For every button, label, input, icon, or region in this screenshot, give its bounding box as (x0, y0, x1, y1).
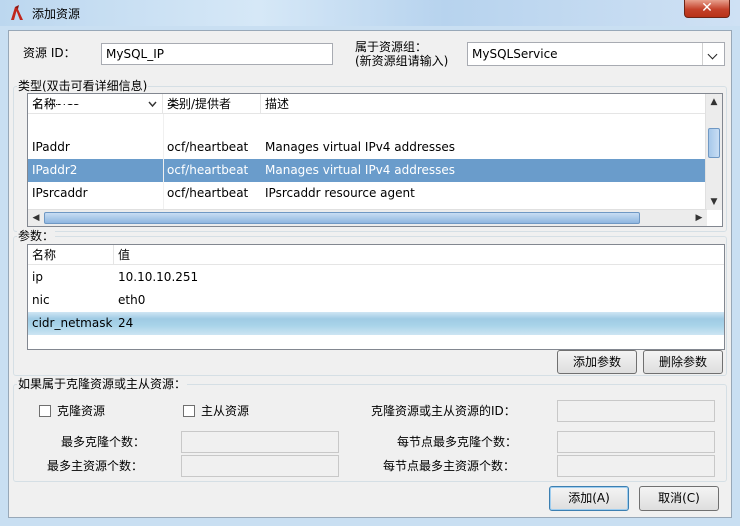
params-table: 名称 值 ip 10.10.10.251 nic eth0 cidr_netma… (27, 244, 725, 350)
app-icon (11, 5, 23, 20)
scroll-thumb[interactable] (44, 212, 640, 224)
params-table-header: 名称 值 (28, 245, 724, 265)
column-header-param-value[interactable]: 值 (114, 245, 724, 265)
node-max-clone-label: 每节点最多克隆个数： (397, 435, 518, 449)
add-button[interactable]: 添加(A) (549, 486, 629, 511)
type-group-title: 类型(双击可看详细信息) (17, 79, 149, 93)
resource-id-label: 资源 ID： (23, 46, 76, 60)
table-row[interactable]: nic eth0 (28, 289, 724, 312)
column-header-param-name[interactable]: 名称 (28, 245, 114, 265)
scroll-left-icon[interactable]: ◀ (28, 210, 44, 226)
resource-group-hint: (新资源组请输入) (355, 54, 449, 68)
scroll-up-icon[interactable]: ▲ (706, 94, 722, 110)
node-max-master-input[interactable] (557, 455, 715, 477)
max-clone-label: 最多克隆个数： (61, 435, 146, 449)
vertical-scrollbar[interactable]: ▲ ▼ (705, 94, 722, 210)
window-title: 添加资源 (32, 7, 81, 21)
horizontal-scrollbar[interactable]: ◀ ▶ (28, 209, 707, 226)
resource-group-label: 属于资源组： (355, 40, 428, 54)
title-bar: 添加资源 ✕ (0, 0, 740, 26)
delete-param-button[interactable]: 删除参数 (643, 350, 723, 374)
table-row-selected[interactable]: IPaddr2 ocf/heartbeat Manages virtual IP… (28, 159, 707, 182)
master-checkbox-label: 主从资源 (201, 404, 250, 418)
close-button[interactable]: ✕ (684, 0, 730, 18)
clone-group-title: 如果属于克隆资源或主从资源： (17, 377, 188, 391)
resource-group-combo[interactable]: MySQLService (467, 42, 725, 66)
chevron-down-icon[interactable] (702, 43, 724, 65)
add-param-button[interactable]: 添加参数 (557, 350, 637, 374)
master-checkbox[interactable] (183, 405, 195, 417)
params-group-title: 参数： (17, 229, 56, 243)
resource-group-value: MySQLService (472, 47, 558, 61)
close-icon: ✕ (701, 0, 713, 16)
max-clone-input[interactable] (181, 431, 339, 453)
scroll-thumb[interactable] (708, 128, 720, 158)
scroll-down-icon[interactable]: ▼ (706, 194, 722, 210)
table-row-selected[interactable]: cidr_netmask 24 (28, 312, 724, 335)
table-row[interactable]: IPsrcaddr ocf/heartbeat IPsrcaddr resour… (28, 182, 707, 205)
table-row[interactable]: iptables lsb (28, 104, 707, 114)
table-row[interactable]: ip 10.10.10.251 (28, 266, 724, 289)
type-table: 名称 类别/提供者 描述 iptables lsb IPaddr ocf/hea… (27, 93, 723, 227)
clone-id-input[interactable] (557, 400, 715, 422)
column-divider (163, 114, 164, 210)
resource-id-input[interactable]: MySQL_IP (101, 43, 333, 65)
max-master-input[interactable] (181, 455, 339, 477)
clone-checkbox[interactable] (39, 405, 51, 417)
clone-id-label: 克隆资源或主从资源的ID： (371, 404, 516, 418)
max-master-label: 最多主资源个数： (47, 459, 144, 473)
dialog-body: 资源 ID： MySQL_IP 属于资源组： (新资源组请输入) MySQLSe… (8, 30, 732, 518)
node-max-master-label: 每节点最多主资源个数： (383, 459, 516, 473)
node-max-clone-input[interactable] (557, 431, 715, 453)
clone-checkbox-label: 克隆资源 (57, 404, 106, 418)
table-row[interactable]: IPaddr ocf/heartbeat Manages virtual IPv… (28, 136, 707, 159)
cancel-button[interactable]: 取消(C) (639, 486, 719, 511)
scroll-right-icon[interactable]: ▶ (691, 210, 707, 226)
